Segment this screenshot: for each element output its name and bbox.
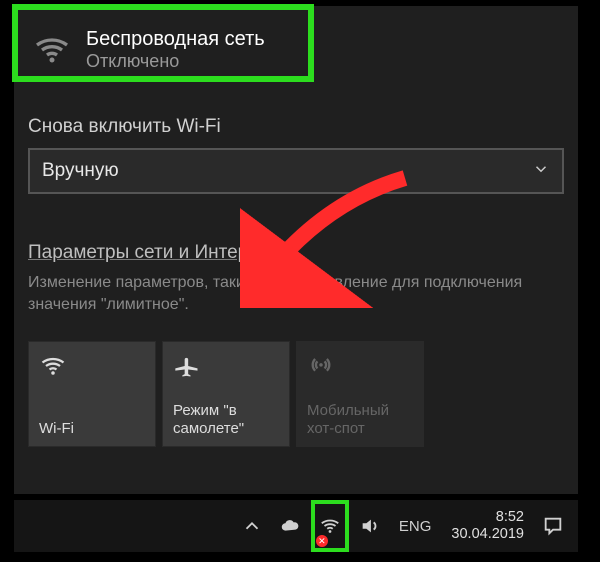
wifi-icon — [39, 352, 145, 385]
reconnect-dropdown[interactable]: Вручную — [28, 148, 564, 194]
tile-label: Режим "в самолете" — [173, 402, 279, 438]
error-badge-icon — [316, 535, 328, 547]
tray-overflow-button[interactable] — [235, 500, 269, 552]
tile-wifi[interactable]: Wi-Fi — [28, 341, 156, 447]
network-settings-desc: Изменение параметров, таких как установл… — [28, 272, 564, 315]
tray-network-icon[interactable] — [311, 500, 349, 552]
tile-airplane[interactable]: Режим "в самолете" — [162, 341, 290, 447]
reconnect-label: Снова включить Wi-Fi — [28, 116, 564, 138]
dropdown-selected: Вручную — [42, 160, 119, 182]
onedrive-icon[interactable] — [273, 500, 307, 552]
tray-clock[interactable]: 8:52 30.04.2019 — [443, 500, 532, 552]
chevron-down-icon — [532, 160, 550, 183]
tile-label: Wi-Fi — [39, 420, 145, 438]
network-flyout: Беспроводная сеть Отключено Снова включи… — [14, 6, 578, 494]
tile-hotspot: Мобильный хот-спот — [296, 341, 424, 447]
quick-action-tiles: Wi-Fi Режим "в самолете" Мобильный хот-с… — [28, 341, 564, 447]
hotspot-icon — [307, 352, 413, 385]
wifi-title: Беспроводная сеть — [86, 28, 265, 51]
tile-label: Мобильный хот-спот — [307, 402, 413, 438]
clock-time: 8:52 — [451, 509, 524, 526]
wifi-icon — [32, 30, 72, 70]
language-indicator[interactable]: ENG — [391, 500, 440, 552]
volume-icon[interactable] — [353, 500, 387, 552]
action-center-icon[interactable] — [536, 500, 570, 552]
wifi-status: Отключено — [86, 51, 265, 72]
wifi-text: Беспроводная сеть Отключено — [86, 28, 265, 72]
taskbar: ENG 8:52 30.04.2019 — [14, 500, 578, 552]
network-settings-link[interactable]: Параметры сети и Интернет — [28, 242, 277, 264]
clock-date: 30.04.2019 — [451, 526, 524, 543]
wifi-status-row[interactable]: Беспроводная сеть Отключено — [28, 18, 564, 82]
airplane-icon — [173, 352, 279, 385]
